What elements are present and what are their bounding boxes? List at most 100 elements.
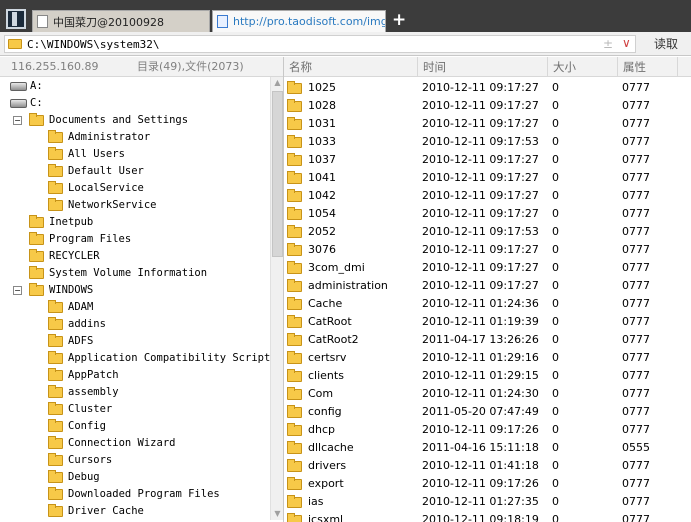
folder-icon: [48, 164, 63, 177]
folder-icon: [48, 147, 63, 160]
tree-folder[interactable]: RECYCLER: [2, 248, 270, 265]
new-tab-button[interactable]: +: [392, 10, 406, 30]
page-icon: [37, 15, 48, 28]
panel-toggle-icon[interactable]: [6, 9, 26, 29]
folder-icon: [287, 297, 302, 310]
tree-label: Inetpub: [49, 216, 94, 228]
tree-folder[interactable]: System Volume Information: [2, 265, 270, 282]
tree-folder[interactable]: AppPatch: [2, 367, 270, 384]
column-attr[interactable]: 属性: [618, 57, 678, 77]
file-row[interactable]: 1041 2010-12-11 09:17:27 0 0777: [284, 169, 691, 187]
file-row[interactable]: 1028 2010-12-11 09:17:27 0 0777: [284, 97, 691, 115]
file-row[interactable]: icsxml 2010-12-11 09:18:19 0 0777: [284, 511, 691, 522]
folder-icon: [287, 423, 302, 436]
tab-url[interactable]: http://pro.taodisoft.com/img/i...: [212, 10, 386, 32]
file-attr: 0777: [622, 279, 650, 292]
tree-scrollbar[interactable]: ▲ ▼: [270, 77, 283, 520]
file-size: 0: [552, 423, 559, 436]
tree-folder[interactable]: assembly: [2, 384, 270, 401]
tree-folder[interactable]: Cluster: [2, 401, 270, 418]
column-time[interactable]: 时间: [418, 57, 548, 77]
server-ip: 116.255.160.89: [11, 60, 99, 73]
folder-icon: [48, 504, 63, 517]
file-row[interactable]: CatRoot 2010-12-11 01:19:39 0 0777: [284, 313, 691, 331]
tree-folder[interactable]: ADFS: [2, 333, 270, 350]
folder-icon: [287, 495, 302, 508]
tree-label: NetworkService: [68, 199, 157, 211]
file-name: CatRoot: [308, 315, 352, 328]
file-row[interactable]: 3com_dmi 2010-12-11 09:17:27 0 0777: [284, 259, 691, 277]
tree-label: Driver Cache: [68, 505, 144, 517]
tree-drive[interactable]: C:: [2, 95, 270, 112]
tree-folder[interactable]: All Users: [2, 146, 270, 163]
tree-label: Connection Wizard: [68, 437, 176, 449]
scroll-up-icon[interactable]: ▲: [272, 77, 283, 89]
file-row[interactable]: 1033 2010-12-11 09:17:53 0 0777: [284, 133, 691, 151]
plus-minus-icon[interactable]: ±: [603, 37, 613, 52]
collapse-icon[interactable]: −: [13, 286, 22, 295]
file-row[interactable]: CatRoot2 2011-04-17 13:26:26 0 0777: [284, 331, 691, 349]
tree-folder[interactable]: Debug: [2, 469, 270, 486]
folder-icon: [287, 207, 302, 220]
tab-chopper[interactable]: 中国菜刀@20100928: [32, 10, 210, 32]
file-name: drivers: [308, 459, 347, 472]
column-size[interactable]: 大小: [548, 57, 618, 77]
file-size: 0: [552, 441, 559, 454]
tree-folder[interactable]: LocalService: [2, 180, 270, 197]
tree-folder[interactable]: − Documents and Settings: [2, 112, 270, 129]
file-row[interactable]: Com 2010-12-11 01:24:30 0 0777: [284, 385, 691, 403]
file-time: 2010-12-11 09:17:27: [422, 279, 539, 292]
file-row[interactable]: 1042 2010-12-11 09:17:27 0 0777: [284, 187, 691, 205]
scroll-thumb[interactable]: [272, 91, 283, 257]
tree-folder[interactable]: Downloaded Program Files: [2, 486, 270, 503]
tree-folder[interactable]: Default User: [2, 163, 270, 180]
tree-folder[interactable]: Driver Cache: [2, 503, 270, 520]
file-row[interactable]: certsrv 2010-12-11 01:29:16 0 0777: [284, 349, 691, 367]
tree-folder[interactable]: Config: [2, 418, 270, 435]
scroll-down-icon[interactable]: ▼: [272, 508, 283, 520]
file-name: Com: [308, 387, 334, 400]
tree-folder[interactable]: Inetpub: [2, 214, 270, 231]
file-row[interactable]: 1054 2010-12-11 09:17:27 0 0777: [284, 205, 691, 223]
file-row[interactable]: administration 2010-12-11 09:17:27 0 0777: [284, 277, 691, 295]
tree-drive[interactable]: A:: [2, 78, 270, 95]
read-button[interactable]: 读取: [646, 35, 686, 53]
tree-folder[interactable]: − WINDOWS: [2, 282, 270, 299]
file-row[interactable]: drivers 2010-12-11 01:41:18 0 0777: [284, 457, 691, 475]
file-row[interactable]: ias 2010-12-11 01:27:35 0 0777: [284, 493, 691, 511]
file-row[interactable]: dllcache 2011-04-16 15:11:18 0 0555: [284, 439, 691, 457]
file-row[interactable]: 1037 2010-12-11 09:17:27 0 0777: [284, 151, 691, 169]
file-row[interactable]: clients 2010-12-11 01:29:15 0 0777: [284, 367, 691, 385]
file-name: 1031: [308, 117, 336, 130]
file-row[interactable]: Cache 2010-12-11 01:24:36 0 0777: [284, 295, 691, 313]
tree-folder[interactable]: Application Compatibility Scripts: [2, 350, 270, 367]
file-row[interactable]: 2052 2010-12-11 09:17:53 0 0777: [284, 223, 691, 241]
file-row[interactable]: 3076 2010-12-11 09:17:27 0 0777: [284, 241, 691, 259]
tree-folder[interactable]: Cursors: [2, 452, 270, 469]
file-attr: 0777: [622, 81, 650, 94]
column-name[interactable]: 名称: [284, 57, 418, 77]
tree-folder[interactable]: NetworkService: [2, 197, 270, 214]
file-name: dhcp: [308, 423, 335, 436]
path-input[interactable]: C:\WINDOWS\system32\ ± ∨: [4, 35, 636, 53]
file-size: 0: [552, 369, 559, 382]
tree-folder[interactable]: Connection Wizard: [2, 435, 270, 452]
file-attr: 0777: [622, 225, 650, 238]
file-row[interactable]: config 2011-05-20 07:47:49 0 0777: [284, 403, 691, 421]
folder-icon: [48, 419, 63, 432]
file-time: 2011-04-17 13:26:26: [422, 333, 539, 346]
chevron-down-icon[interactable]: ∨: [622, 36, 631, 51]
file-row[interactable]: 1025 2010-12-11 09:17:27 0 0777: [284, 79, 691, 97]
file-name: clients: [308, 369, 344, 382]
tree-folder[interactable]: ADAM: [2, 299, 270, 316]
file-row[interactable]: 1031 2010-12-11 09:17:27 0 0777: [284, 115, 691, 133]
tree-folder[interactable]: Program Files: [2, 231, 270, 248]
file-time: 2010-12-11 01:27:35: [422, 495, 539, 508]
tree-folder[interactable]: Administrator: [2, 129, 270, 146]
collapse-icon[interactable]: −: [13, 116, 22, 125]
file-row[interactable]: export 2010-12-11 09:17:26 0 0777: [284, 475, 691, 493]
file-row[interactable]: dhcp 2010-12-11 09:17:26 0 0777: [284, 421, 691, 439]
folder-icon: [48, 453, 63, 466]
folder-icon: [287, 441, 302, 454]
tree-folder[interactable]: addins: [2, 316, 270, 333]
